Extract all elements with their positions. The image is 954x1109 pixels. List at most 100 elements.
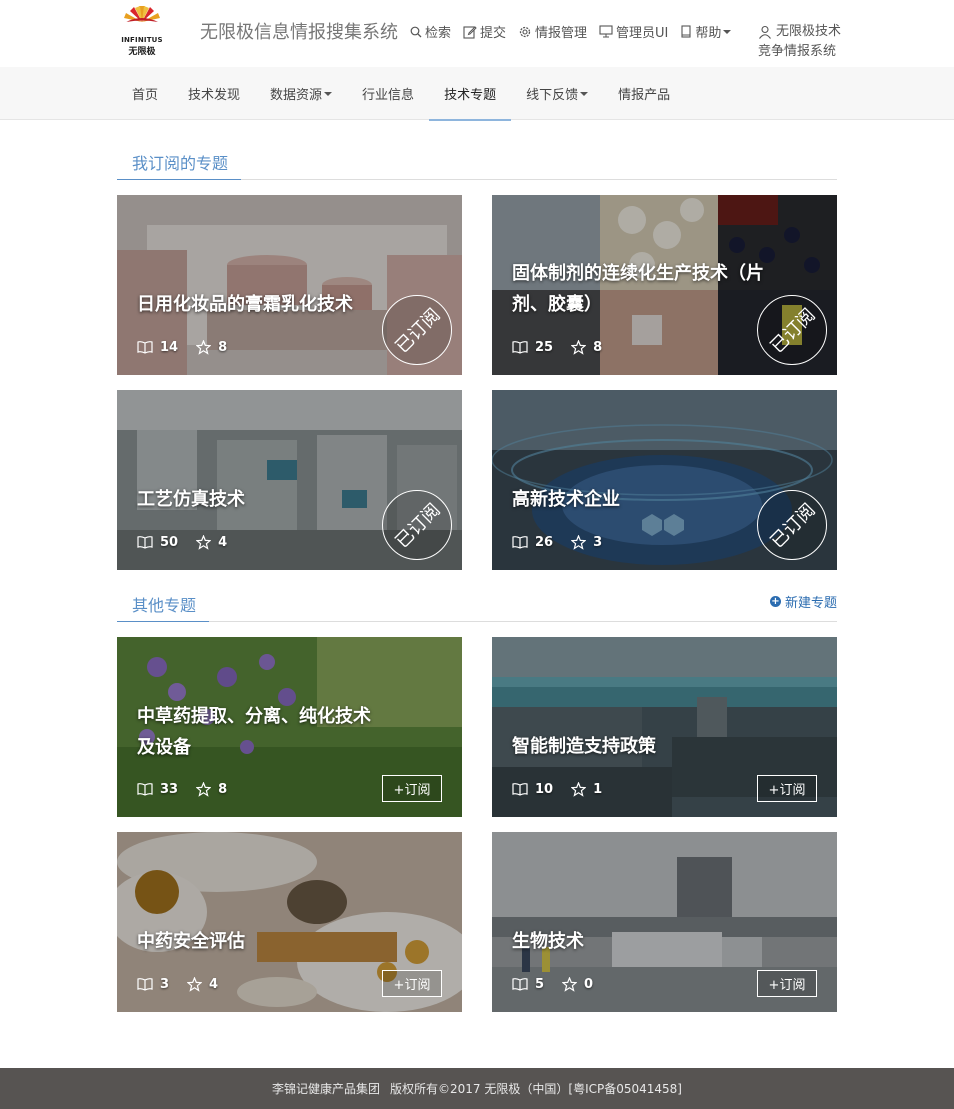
main-nav-data-resources[interactable]: 数据资源	[255, 67, 347, 120]
star-count: 8	[218, 340, 228, 355]
book-icon	[681, 25, 691, 38]
user-menu[interactable]: 无限极技术 竞争情报系统	[758, 22, 841, 62]
doc-count: 26	[535, 535, 554, 550]
topic-stats: 5 0	[512, 977, 611, 992]
subscribed-badge-label: 已订阅	[766, 499, 820, 553]
main-nav-tech-topics[interactable]: 技术专题	[429, 67, 512, 121]
gear-icon	[519, 26, 531, 37]
star-count: 8	[593, 340, 603, 355]
topic-title: 高新技术企业	[512, 489, 620, 510]
topic-title: 固体制剂的连续化生产技术（片剂、胶囊）	[512, 263, 764, 315]
main-nav-tech-discovery-label: 技术发现	[188, 88, 241, 103]
subscribed-section-header: 我订阅的专题	[117, 144, 837, 180]
topic-title: 智能制造支持政策	[512, 736, 656, 757]
open-book-icon	[137, 783, 153, 796]
section-title-underline	[117, 179, 241, 180]
main-nav-tech-discovery[interactable]: 技术发现	[173, 67, 255, 120]
topic-stats: 50 4	[137, 535, 245, 550]
subscribe-button[interactable]: +订阅	[757, 775, 817, 802]
doc-count: 5	[535, 977, 545, 992]
doc-count: 14	[160, 340, 179, 355]
chevron-down-icon	[723, 29, 732, 34]
top-nav-admin-ui-label: 管理员UI	[616, 26, 669, 41]
star-count: 0	[584, 977, 594, 992]
topic-card-biotech[interactable]: 生物技术 5 0 +订阅	[492, 832, 837, 1012]
subscribe-button[interactable]: +订阅	[757, 970, 817, 997]
subscribed-badge[interactable]: 已订阅	[757, 490, 827, 560]
open-book-icon	[512, 783, 528, 796]
top-nav-admin-ui[interactable]: 管理员UI	[599, 22, 668, 41]
logo-text-cn: 无限极	[128, 47, 156, 57]
top-header: INFINITUS 无限极 无限极信息情报搜集系统 检索 提交 情报管理 管理员…	[0, 0, 954, 67]
star-icon	[196, 340, 212, 355]
doc-count: 33	[160, 782, 179, 797]
subscribed-badge-label: 已订阅	[391, 499, 445, 553]
new-topic-link[interactable]: + 新建专题	[769, 592, 837, 611]
subscribed-badge-label: 已订阅	[766, 304, 820, 358]
main-nav-industry-info[interactable]: 行业信息	[347, 67, 429, 120]
main-nav-home[interactable]: 首页	[117, 67, 173, 120]
other-section-header: 其他专题 + 新建专题	[117, 586, 837, 622]
star-icon	[571, 535, 587, 550]
footer-copyright: 版权所有©2017 无限极（中国）[粤ICP备05041458]	[390, 1082, 682, 1096]
open-book-icon	[512, 536, 528, 549]
top-nav-intel-manage[interactable]: 情报管理	[518, 22, 587, 41]
user-icon	[759, 25, 771, 39]
top-nav-help[interactable]: 帮助	[680, 22, 732, 41]
subscribed-badge-label: 已订阅	[391, 304, 445, 358]
topic-card-smart-manufacturing[interactable]: 智能制造支持政策 10 1 +订阅	[492, 637, 837, 817]
main-nav: 首页 技术发现 数据资源 行业信息 技术专题 线下反馈 情报产品	[0, 67, 954, 121]
subscribe-button[interactable]: +订阅	[382, 775, 442, 802]
subscribe-button[interactable]: +订阅	[382, 970, 442, 997]
monitor-icon	[599, 25, 613, 38]
main-nav-intel-products[interactable]: 情报产品	[603, 67, 685, 120]
topic-card-process-simulation[interactable]: 工艺仿真技术 50 4 已订阅	[117, 390, 462, 570]
topic-title: 中药安全评估	[137, 931, 245, 952]
doc-count: 3	[160, 977, 170, 992]
star-icon	[196, 782, 212, 797]
star-count: 1	[593, 782, 603, 797]
main-nav-data-resources-label: 数据资源	[270, 88, 323, 103]
main-nav-intel-products-label: 情报产品	[618, 88, 671, 103]
topic-stats: 25 8	[512, 340, 620, 355]
top-nav-help-label: 帮助	[695, 26, 722, 41]
plus-circle-icon: +	[769, 596, 781, 607]
topic-title: 工艺仿真技术	[137, 489, 245, 510]
subscribed-badge[interactable]: 已订阅	[382, 295, 452, 365]
subscribed-badge[interactable]: 已订阅	[382, 490, 452, 560]
chevron-down-icon	[580, 91, 589, 96]
star-count: 3	[593, 535, 603, 550]
open-book-icon	[137, 341, 153, 354]
footer-company: 李锦记健康产品集团	[272, 1082, 381, 1096]
open-book-icon	[137, 978, 153, 991]
open-book-icon	[512, 978, 528, 991]
top-nav-search[interactable]: 检索	[410, 22, 451, 41]
top-nav-search-label: 检索	[425, 26, 452, 41]
new-topic-label: 新建专题	[784, 596, 837, 611]
main-nav-tech-topics-label: 技术专题	[444, 88, 497, 103]
topic-stats: 33 8	[137, 782, 245, 797]
top-nav-submit[interactable]: 提交	[463, 22, 506, 41]
main-nav-offline-feedback[interactable]: 线下反馈	[511, 67, 603, 120]
topic-card-solid-dosage[interactable]: 固体制剂的连续化生产技术（片剂、胶囊） 25 8 已订阅	[492, 195, 837, 375]
subscribed-badge[interactable]: 已订阅	[757, 295, 827, 365]
star-count: 4	[218, 535, 228, 550]
section-title-underline	[117, 621, 209, 622]
topic-stats: 3 4	[137, 977, 236, 992]
user-name-line2: 竞争情报系统	[758, 44, 837, 59]
top-nav: 检索 提交 情报管理 管理员UI 帮助	[410, 22, 743, 41]
search-icon	[410, 26, 422, 37]
logo-text-en: INFINITUS	[121, 36, 163, 44]
top-nav-submit-label: 提交	[480, 26, 507, 41]
open-book-icon	[137, 536, 153, 549]
doc-count: 10	[535, 782, 554, 797]
topic-card-cosmetics[interactable]: 日用化妆品的膏霜乳化技术 14 8 已订阅	[117, 195, 462, 375]
topic-card-tcm-safety[interactable]: 中药安全评估 3 4 +订阅	[117, 832, 462, 1012]
topic-title: 中草药提取、分离、纯化技术及设备	[137, 706, 371, 758]
star-count: 4	[209, 977, 219, 992]
subscribed-section-title: 我订阅的专题	[132, 154, 229, 173]
top-nav-intel-manage-label: 情报管理	[535, 26, 588, 41]
topic-card-high-tech-enterprise[interactable]: 高新技术企业 26 3 已订阅	[492, 390, 837, 570]
star-icon	[196, 535, 212, 550]
topic-card-herbal-extraction[interactable]: 中草药提取、分离、纯化技术及设备 33 8 +订阅	[117, 637, 462, 817]
